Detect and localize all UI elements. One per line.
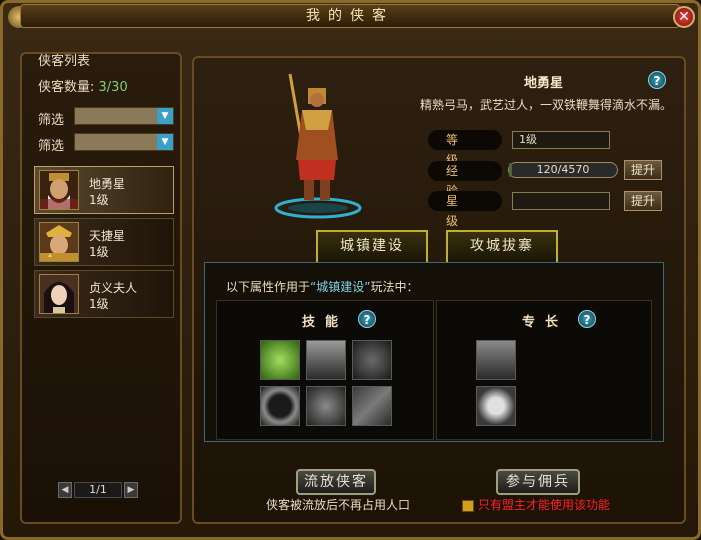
page-indicator: 1/1 xyxy=(74,482,122,498)
filter-label: 筛选 xyxy=(38,139,65,154)
close-button[interactable]: ✕ xyxy=(673,6,695,28)
release-note: 侠客被流放后不再占用人口 xyxy=(266,498,411,512)
skills-title: 技能 xyxy=(302,315,349,330)
scope-prefix: 以下属性作用于 xyxy=(226,280,311,294)
mercenary-note: 只有盟主才能使用该功能 xyxy=(462,496,610,513)
army-skill-icon[interactable] xyxy=(306,340,346,380)
level-label: 等级 xyxy=(428,130,502,167)
swirl-skill-icon[interactable] xyxy=(306,386,346,426)
join-mercenary-button[interactable]: 参与佣兵 xyxy=(496,469,580,495)
chevron-down-icon[interactable]: ▼ xyxy=(157,134,173,150)
hero-list-item[interactable]: 贞义夫人 1级 xyxy=(34,270,174,318)
figure-specialty-icon[interactable] xyxy=(476,340,516,380)
hero-name: 地勇星 xyxy=(89,177,126,191)
filter-row: 筛选 ▼ xyxy=(38,107,178,128)
hero-figure xyxy=(268,70,368,220)
glyph-skill-icon[interactable] xyxy=(352,386,392,426)
hero-description: 精熟弓马，武艺过人，一双铁鞭舞得滴水不漏。 xyxy=(420,98,673,112)
hero-portrait xyxy=(39,170,79,210)
hero-portrait xyxy=(39,222,79,262)
help-icon[interactable]: ? xyxy=(578,310,596,328)
next-page-button[interactable]: ▶ xyxy=(124,482,138,498)
scope-highlight: “城镇建设” xyxy=(310,280,371,294)
filter-row: 筛选 ▼ xyxy=(38,133,178,154)
silhouette-skill-icon[interactable] xyxy=(352,340,392,380)
star-label: 星级 xyxy=(428,191,502,228)
hero-list-item[interactable]: 地勇星 1级 xyxy=(34,166,174,214)
filter-label: 筛选 xyxy=(38,113,65,128)
help-icon[interactable]: ? xyxy=(358,310,376,328)
tab-town-building[interactable]: 城镇建设 xyxy=(316,230,428,262)
hero-portrait xyxy=(39,274,79,314)
prev-page-button[interactable]: ◀ xyxy=(58,482,72,498)
hero-name: 天捷星 xyxy=(89,229,126,243)
exp-value: 120/4570 xyxy=(536,163,590,176)
release-hero-button[interactable]: 流放侠客 xyxy=(296,469,376,495)
filter-select[interactable]: ▼ xyxy=(74,133,174,151)
upgrade-star-button[interactable]: 提升 xyxy=(624,191,662,211)
hero-count: 侠客数量: 3/30 xyxy=(38,76,128,95)
leaf-skill-icon[interactable] xyxy=(260,340,300,380)
hero-level: 1级 xyxy=(89,193,109,207)
hero-list-item[interactable]: 天捷星 1级 xyxy=(34,218,174,266)
level-value: 1级 xyxy=(512,131,610,149)
upgrade-level-button[interactable]: 提升 xyxy=(624,160,662,180)
pager: ◀ 1/1 ▶ xyxy=(58,482,138,498)
hero-detail-name: 地勇星 xyxy=(524,76,564,91)
exp-bar: 120/4570 xyxy=(508,162,618,178)
filter-select[interactable]: ▼ xyxy=(74,107,174,125)
hero-level: 1级 xyxy=(89,245,109,259)
scope-suffix: 玩法中： xyxy=(370,280,419,294)
tab-siege[interactable]: 攻城拔寨 xyxy=(446,230,558,262)
scope-text: 以下属性作用于“城镇建设”玩法中： xyxy=(226,278,418,295)
star-value xyxy=(512,192,610,210)
mercenary-note-text: 只有盟主才能使用该功能 xyxy=(478,498,611,512)
exp-bar-fill xyxy=(509,163,512,177)
hero-count-label: 侠客数量: xyxy=(38,80,95,95)
lock-icon xyxy=(462,499,474,512)
beast-specialty-icon[interactable] xyxy=(476,386,516,426)
help-icon[interactable]: ? xyxy=(648,71,666,89)
hero-name: 贞义夫人 xyxy=(89,281,138,295)
hero-list-title: 侠客列表 xyxy=(38,54,91,69)
hero-count-value: 3/30 xyxy=(98,80,128,95)
hero-level: 1级 xyxy=(89,297,109,311)
window-title: 我的侠客 xyxy=(20,4,680,28)
specialty-title: 专长 xyxy=(522,315,569,330)
chevron-down-icon[interactable]: ▼ xyxy=(157,108,173,124)
ring-skill-icon[interactable] xyxy=(260,386,300,426)
exp-label: 经验 xyxy=(428,161,502,198)
